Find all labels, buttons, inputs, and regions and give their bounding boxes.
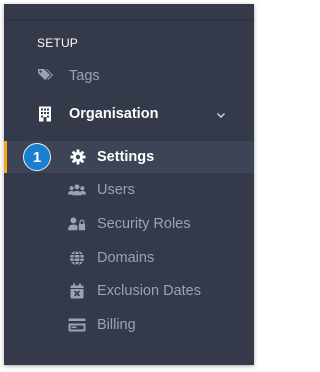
credit-card-icon (68, 317, 86, 333)
sidebar-item-label: Tags (69, 68, 100, 84)
sidebar-nav: SETUP Tags Organisation 1 Settings Users… (4, 4, 254, 365)
tag-icon (37, 68, 55, 84)
sidebar-item-label: Exclusion Dates (97, 283, 201, 299)
sidebar-item-settings[interactable]: 1 Settings (4, 141, 254, 173)
sidebar-item-exclusion-dates[interactable]: Exclusion Dates (4, 276, 254, 306)
sidebar-item-organisation[interactable]: Organisation (4, 99, 254, 129)
sidebar-item-security-roles[interactable]: Security Roles (4, 209, 254, 239)
sidebar-item-domains[interactable]: Domains (4, 243, 254, 273)
users-icon (68, 182, 86, 198)
user-lock-icon (68, 216, 86, 232)
calendar-x-icon (68, 283, 86, 299)
sidebar-item-label: Billing (97, 317, 136, 333)
sidebar-item-label: Security Roles (97, 216, 191, 232)
divider (4, 19, 254, 20)
active-indicator (4, 141, 7, 173)
sidebar-item-label: Settings (97, 149, 155, 165)
sidebar-item-tags[interactable]: Tags (4, 61, 254, 91)
building-icon (36, 106, 54, 122)
gear-icon (69, 149, 87, 165)
globe-icon (68, 250, 86, 266)
sidebar-item-billing[interactable]: Billing (4, 310, 254, 340)
sidebar-item-label: Domains (97, 250, 155, 266)
section-label-setup: SETUP (37, 36, 79, 50)
chevron-down-icon[interactable] (215, 108, 227, 120)
sidebar-item-users[interactable]: Users (4, 175, 254, 205)
step-badge: 1 (23, 143, 51, 171)
sidebar-item-label: Users (97, 182, 135, 198)
sidebar-item-label: Organisation (69, 106, 159, 122)
